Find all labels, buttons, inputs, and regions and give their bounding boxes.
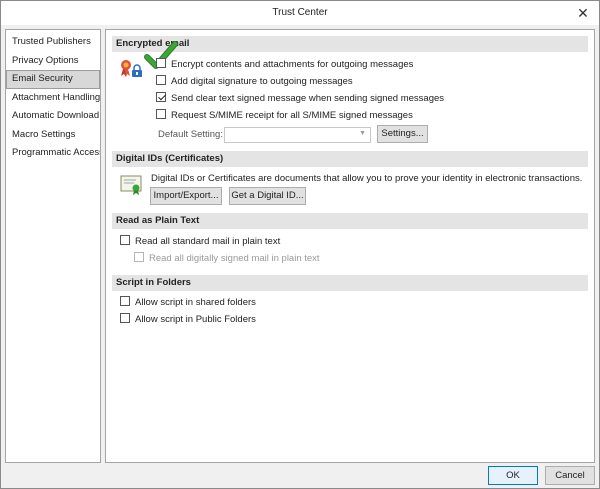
sidebar: Trusted Publishers Privacy Options Email… [5,29,101,463]
option-add-digital-signature[interactable]: Add digital signature to outgoing messag… [156,75,353,89]
sidebar-item-email-security[interactable]: Email Security [6,70,100,89]
add-signature-checkbox[interactable] [156,75,166,85]
window-title: Trust Center [272,7,328,18]
import-export-button[interactable]: Import/Export... [150,187,222,205]
title-bar: Trust Center ✕ [1,1,599,25]
option-encrypt-contents[interactable]: Encrypt contents and attachments for out… [156,58,413,72]
section-header-digital-ids: Digital IDs (Certificates) [112,151,588,167]
read-signed-plain-checkbox [134,252,144,262]
encrypt-contents-checkbox[interactable] [156,58,166,68]
get-digital-id-button[interactable]: Get a Digital ID... [229,187,306,205]
default-setting-label: Default Setting: [158,129,223,140]
default-setting-select[interactable]: ▼ [224,127,371,143]
section-header-encrypted-email: Encrypted email [112,36,588,52]
trust-center-window: Trust Center ✕ Trusted Publishers Privac… [0,0,600,489]
read-signed-plain-label: Read all digitally signed mail in plain … [149,253,320,264]
cancel-button[interactable]: Cancel [545,466,595,485]
send-clear-text-checkbox[interactable] [156,92,166,102]
add-signature-label: Add digital signature to outgoing messag… [171,76,353,87]
chevron-down-icon: ▼ [359,130,366,137]
settings-button[interactable]: Settings... [377,125,428,143]
main-panel: Encrypted email Encrypt contents and att… [105,29,595,463]
request-smime-label: Request S/MIME receipt for all S/MIME si… [171,110,413,121]
read-standard-plain-label: Read all standard mail in plain text [135,236,281,247]
option-read-standard-plain[interactable]: Read all standard mail in plain text [120,235,280,249]
sidebar-item-trusted-publishers[interactable]: Trusted Publishers [6,33,100,52]
ok-button[interactable]: OK [488,466,538,485]
option-script-shared-folders[interactable]: Allow script in shared folders [120,296,256,310]
sidebar-item-privacy-options[interactable]: Privacy Options [6,52,100,71]
lock-icon [130,64,144,78]
section-header-read-as-plain-text: Read as Plain Text [112,213,588,229]
sidebar-item-programmatic-access[interactable]: Programmatic Access [6,144,100,163]
script-public-checkbox[interactable] [120,313,130,323]
option-read-signed-plain: Read all digitally signed mail in plain … [134,252,320,266]
option-send-clear-text[interactable]: Send clear text signed message when send… [156,92,444,106]
send-clear-text-label: Send clear text signed message when send… [171,93,445,104]
request-smime-checkbox[interactable] [156,109,166,119]
read-standard-plain-checkbox[interactable] [120,235,130,245]
digital-id-certificate-icon [120,173,144,197]
sidebar-item-automatic-download[interactable]: Automatic Download [6,107,100,126]
section-header-script-in-folders: Script in Folders [112,275,588,291]
option-script-public-folders[interactable]: Allow script in Public Folders [120,313,256,327]
sidebar-item-macro-settings[interactable]: Macro Settings [6,126,100,145]
encrypt-contents-label: Encrypt contents and attachments for out… [171,59,414,70]
option-request-smime-receipt[interactable]: Request S/MIME receipt for all S/MIME si… [156,109,413,123]
script-shared-checkbox[interactable] [120,296,130,306]
digital-ids-description: Digital IDs or Certificates are document… [151,173,583,184]
close-icon[interactable]: ✕ [575,5,591,21]
sidebar-item-attachment-handling[interactable]: Attachment Handling [6,89,100,108]
script-public-label: Allow script in Public Folders [135,314,256,325]
script-shared-label: Allow script in shared folders [135,297,256,308]
